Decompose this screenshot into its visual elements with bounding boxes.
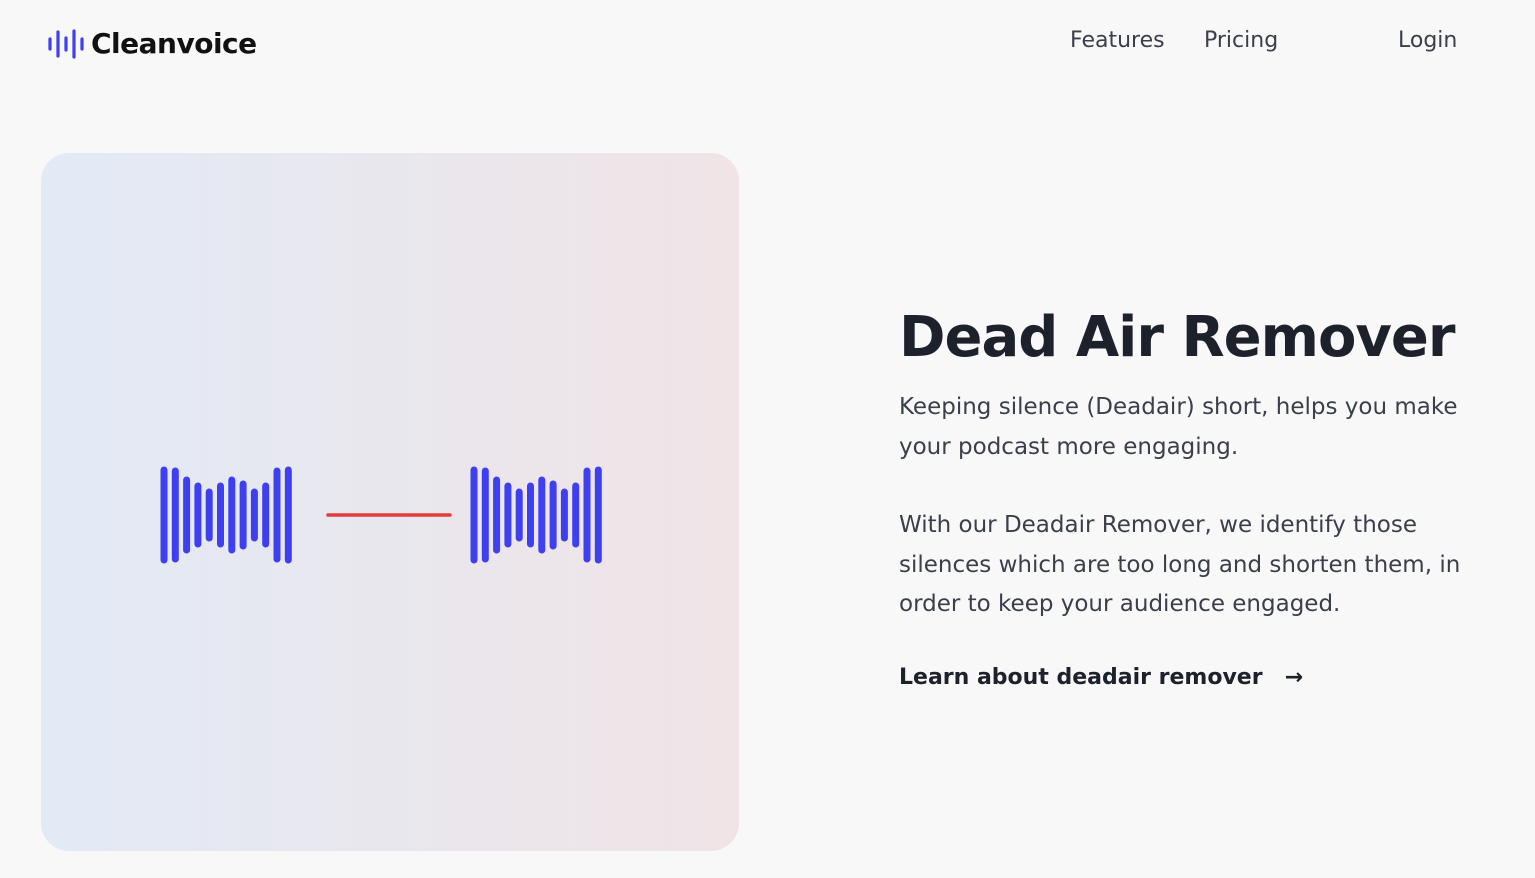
nav-features-link[interactable]: Features (1070, 28, 1165, 53)
nav-pricing-link[interactable]: Pricing (1204, 28, 1278, 53)
feature-section: Dead Air Remover Keeping silence (Deadai… (899, 300, 1499, 690)
dead-air-waveform-graphic (160, 466, 602, 564)
soundwave-logo-icon (48, 28, 84, 59)
brand-logo[interactable]: Cleanvoice (47, 27, 257, 60)
feature-title: Dead Air Remover (899, 305, 1456, 370)
learn-more-link[interactable]: Learn about deadair remover → (899, 665, 1303, 690)
site-header: Cleanvoice Features Pricing Login (0, 0, 1535, 88)
arrow-right-icon: → (1284, 664, 1304, 690)
brand-name: Cleanvoice (91, 27, 257, 60)
feature-description-2: With our Deadair Remover, we identify th… (899, 512, 1461, 617)
learn-more-label: Learn about deadair remover (899, 664, 1263, 690)
waveform-icon (470, 466, 602, 564)
dead-air-illustration (41, 153, 739, 851)
feature-description-1: Keeping silence (Deadair) short, helps y… (899, 394, 1458, 460)
waveform-icon (160, 466, 292, 564)
nav-login-link[interactable]: Login (1398, 28, 1457, 53)
